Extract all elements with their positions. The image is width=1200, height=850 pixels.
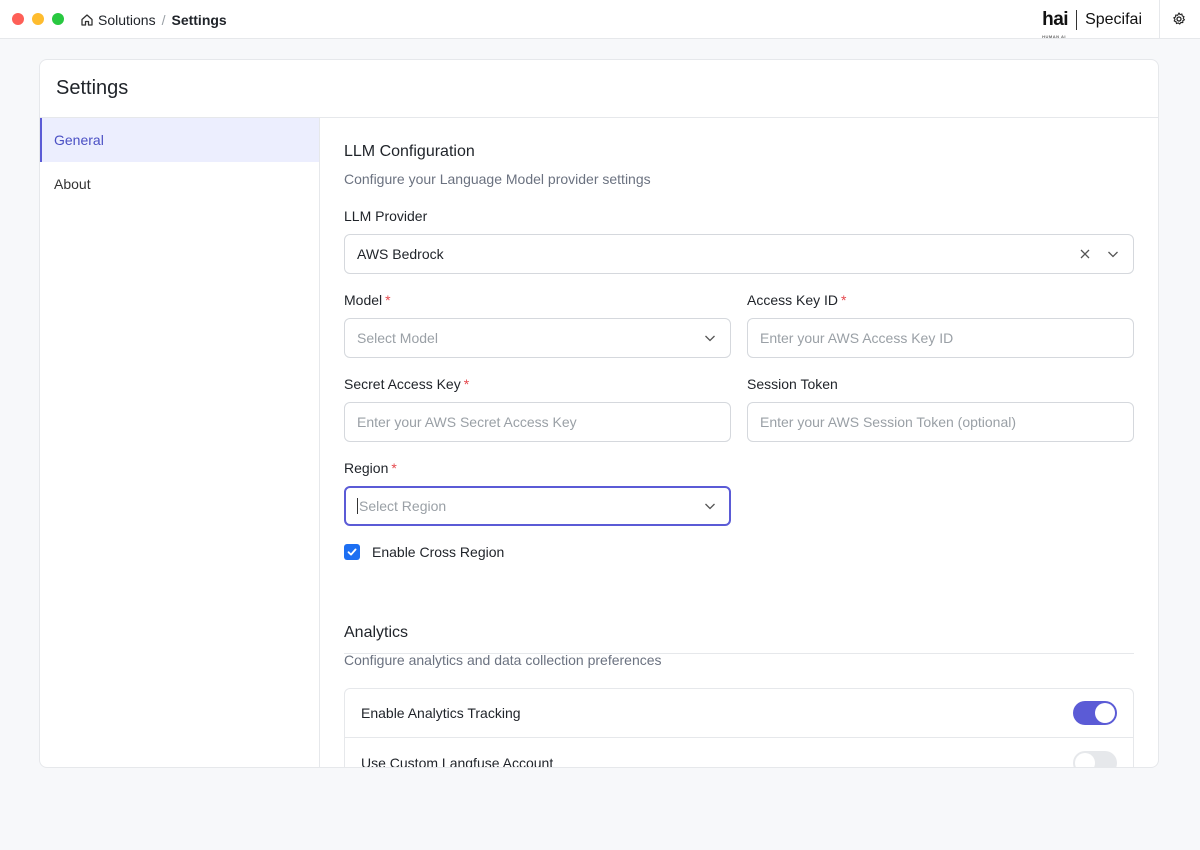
required-marker: * (841, 292, 847, 308)
access-key-id-label-text: Access Key ID (747, 292, 839, 308)
analytics-toggle-list: Enable Analytics Tracking Use Custom Lan… (344, 688, 1134, 767)
breadcrumb-current: Settings (171, 12, 227, 28)
analytics-section-description: Configure analytics and data collection … (344, 652, 662, 668)
settings-card: Settings General About LLM Configuration… (39, 59, 1159, 768)
required-marker: * (463, 376, 470, 392)
chevron-down-icon (702, 330, 718, 346)
cross-region-label: Enable Cross Region (372, 544, 505, 560)
region-label: Region * (344, 460, 397, 476)
llm-provider-value: AWS Bedrock (357, 246, 444, 262)
access-key-id-input[interactable]: Enter your AWS Access Key ID (747, 318, 1134, 358)
session-token-placeholder: Enter your AWS Session Token (optional) (760, 414, 1017, 430)
llm-section-description: Configure your Language Model provider s… (344, 171, 651, 187)
access-key-id-label: Access Key ID * (747, 292, 846, 308)
llm-provider-select[interactable]: AWS Bedrock (344, 234, 1134, 274)
model-label: Model * (344, 292, 391, 308)
brand-logo: hai HUMAN AI (1042, 9, 1069, 39)
card-header: Settings (40, 60, 1158, 118)
required-marker: * (391, 460, 397, 476)
llm-section-title: LLM Configuration (344, 143, 475, 160)
home-icon[interactable] (80, 13, 94, 27)
analytics-tracking-toggle[interactable] (1073, 701, 1117, 725)
region-select[interactable]: Select Region (344, 486, 731, 526)
text-caret (357, 498, 358, 514)
settings-sidebar: General About (40, 118, 320, 767)
gear-icon[interactable] (1172, 12, 1186, 26)
chevron-down-icon (702, 498, 718, 514)
custom-langfuse-toggle[interactable] (1073, 750, 1117, 767)
sidebar-item-about[interactable]: About (40, 162, 319, 206)
analytics-tracking-label: Enable Analytics Tracking (361, 705, 521, 721)
brand-logo-subtext: HUMAN AI (1042, 34, 1066, 39)
model-label-text: Model (344, 292, 383, 308)
session-token-label: Session Token (747, 376, 838, 392)
toggle-knob (1075, 752, 1095, 767)
title-bar: Solutions / Settings hai HUMAN AI Specif… (0, 0, 1200, 39)
close-window-button[interactable] (12, 13, 24, 25)
llm-provider-label: LLM Provider (344, 208, 428, 224)
brand-logo-text: hai (1042, 9, 1069, 30)
breadcrumb-solutions[interactable]: Solutions (98, 12, 156, 28)
list-item: Enable Analytics Tracking (345, 689, 1133, 738)
secret-access-key-label: Secret Access Key * (344, 376, 469, 392)
brand-divider (1076, 10, 1078, 30)
chevron-down-icon (1105, 246, 1121, 262)
region-label-text: Region (344, 460, 389, 476)
custom-langfuse-label: Use Custom Langfuse Account (361, 754, 554, 768)
cross-region-row: Enable Cross Region (344, 544, 504, 560)
toggle-knob (1095, 703, 1115, 723)
secret-access-key-label-text: Secret Access Key (344, 376, 461, 392)
brand: hai HUMAN AI Specifai (1042, 8, 1142, 39)
secret-access-key-input[interactable]: Enter your AWS Secret Access Key (344, 402, 731, 442)
breadcrumb: Solutions / Settings (80, 11, 227, 29)
sidebar-item-general[interactable]: General (40, 118, 319, 162)
required-marker: * (385, 292, 391, 308)
model-placeholder: Select Model (357, 330, 438, 346)
maximize-window-button[interactable] (52, 13, 64, 25)
list-item: Use Custom Langfuse Account (345, 738, 1133, 767)
page-title: Settings (56, 77, 129, 99)
region-placeholder: Select Region (359, 498, 447, 514)
cross-region-checkbox[interactable] (344, 544, 360, 560)
analytics-section-title: Analytics (344, 624, 409, 641)
clear-icon[interactable] (1077, 246, 1093, 262)
brand-name: Specifai (1085, 11, 1142, 28)
breadcrumb-separator: / (161, 12, 166, 28)
settings-content: LLM Configuration Configure your Languag… (320, 118, 1158, 767)
secret-access-key-placeholder: Enter your AWS Secret Access Key (357, 414, 577, 430)
session-token-input[interactable]: Enter your AWS Session Token (optional) (747, 402, 1134, 442)
model-select[interactable]: Select Model (344, 318, 731, 358)
access-key-id-placeholder: Enter your AWS Access Key ID (760, 330, 954, 346)
titlebar-divider (1159, 0, 1160, 39)
minimize-window-button[interactable] (32, 13, 44, 25)
